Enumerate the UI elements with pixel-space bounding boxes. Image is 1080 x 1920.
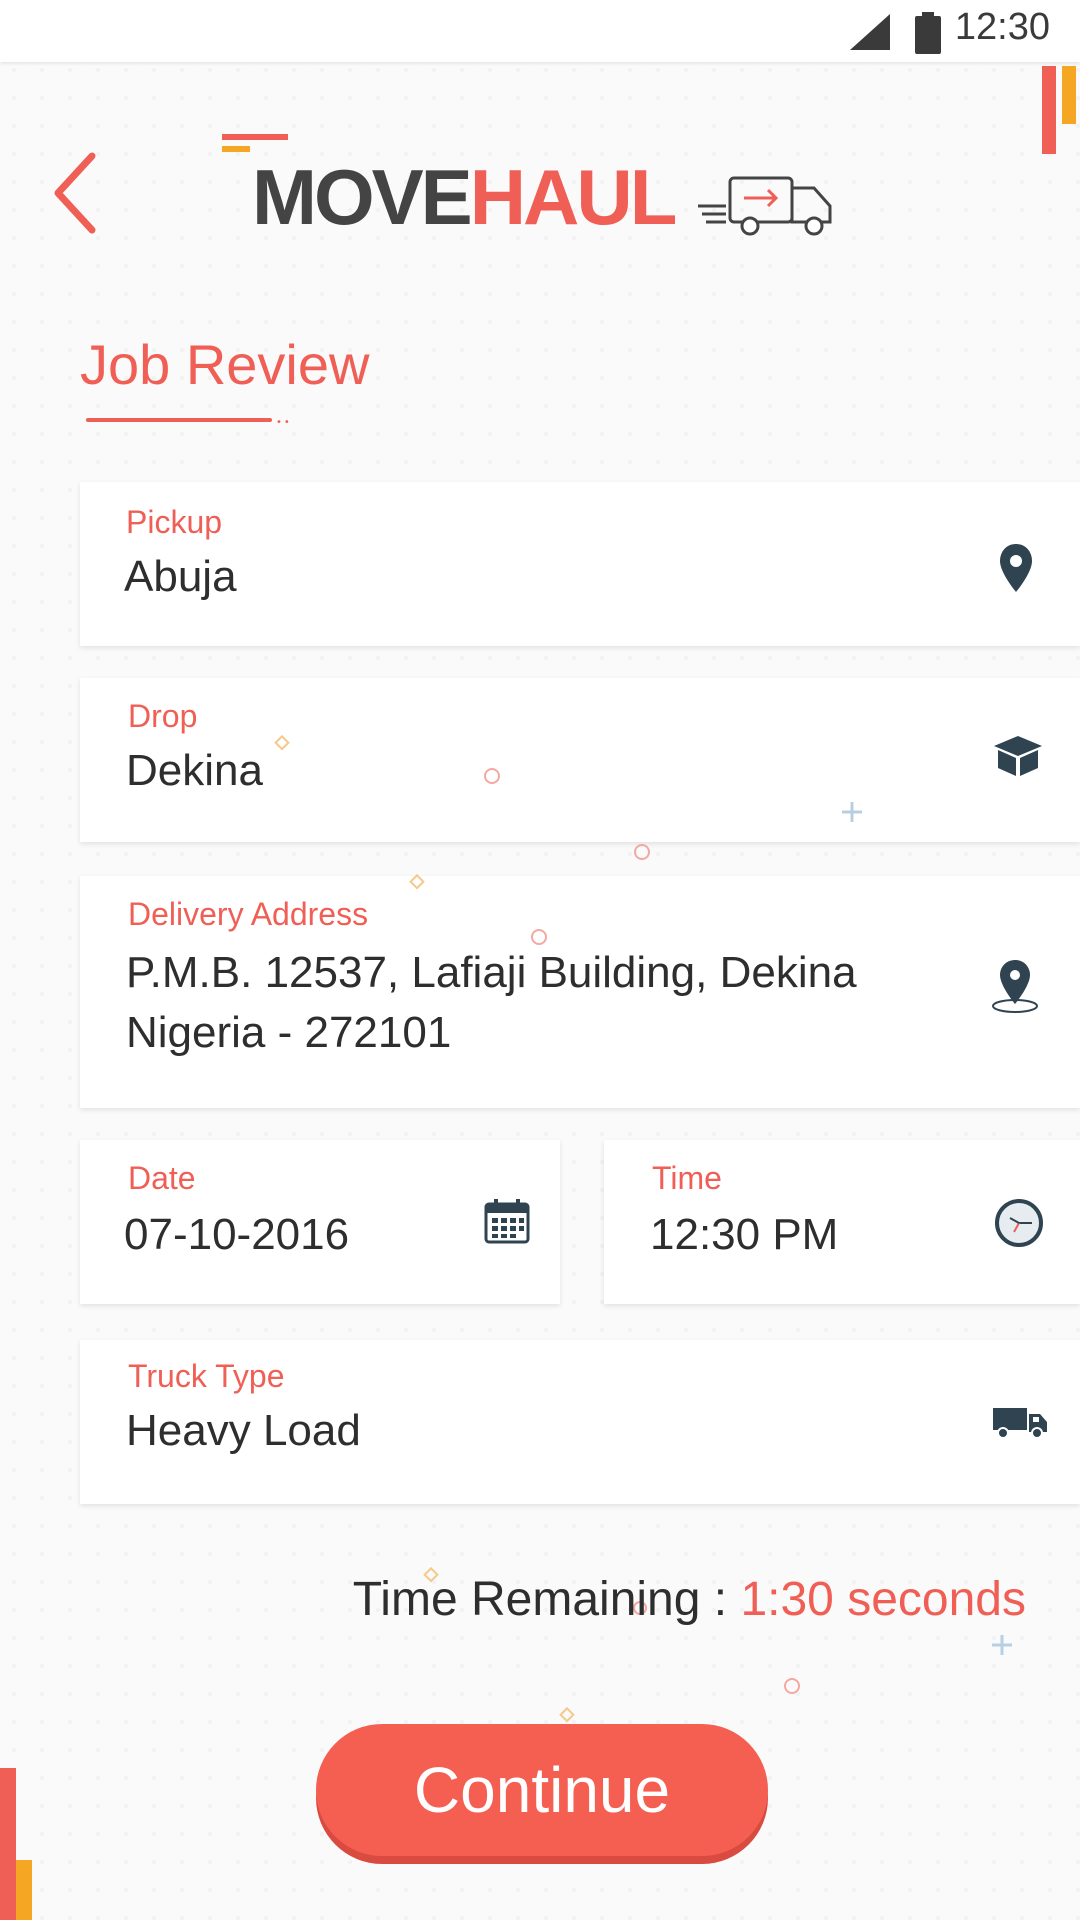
time-remaining: Time Remaining : 1:30 seconds bbox=[353, 1572, 1026, 1627]
continue-button[interactable]: Continue bbox=[316, 1724, 768, 1856]
decor-sparkles bbox=[274, 734, 1012, 1723]
time-remaining-value: 1:30 seconds bbox=[740, 1573, 1026, 1626]
time-remaining-label: Time Remaining : bbox=[352, 1573, 728, 1626]
